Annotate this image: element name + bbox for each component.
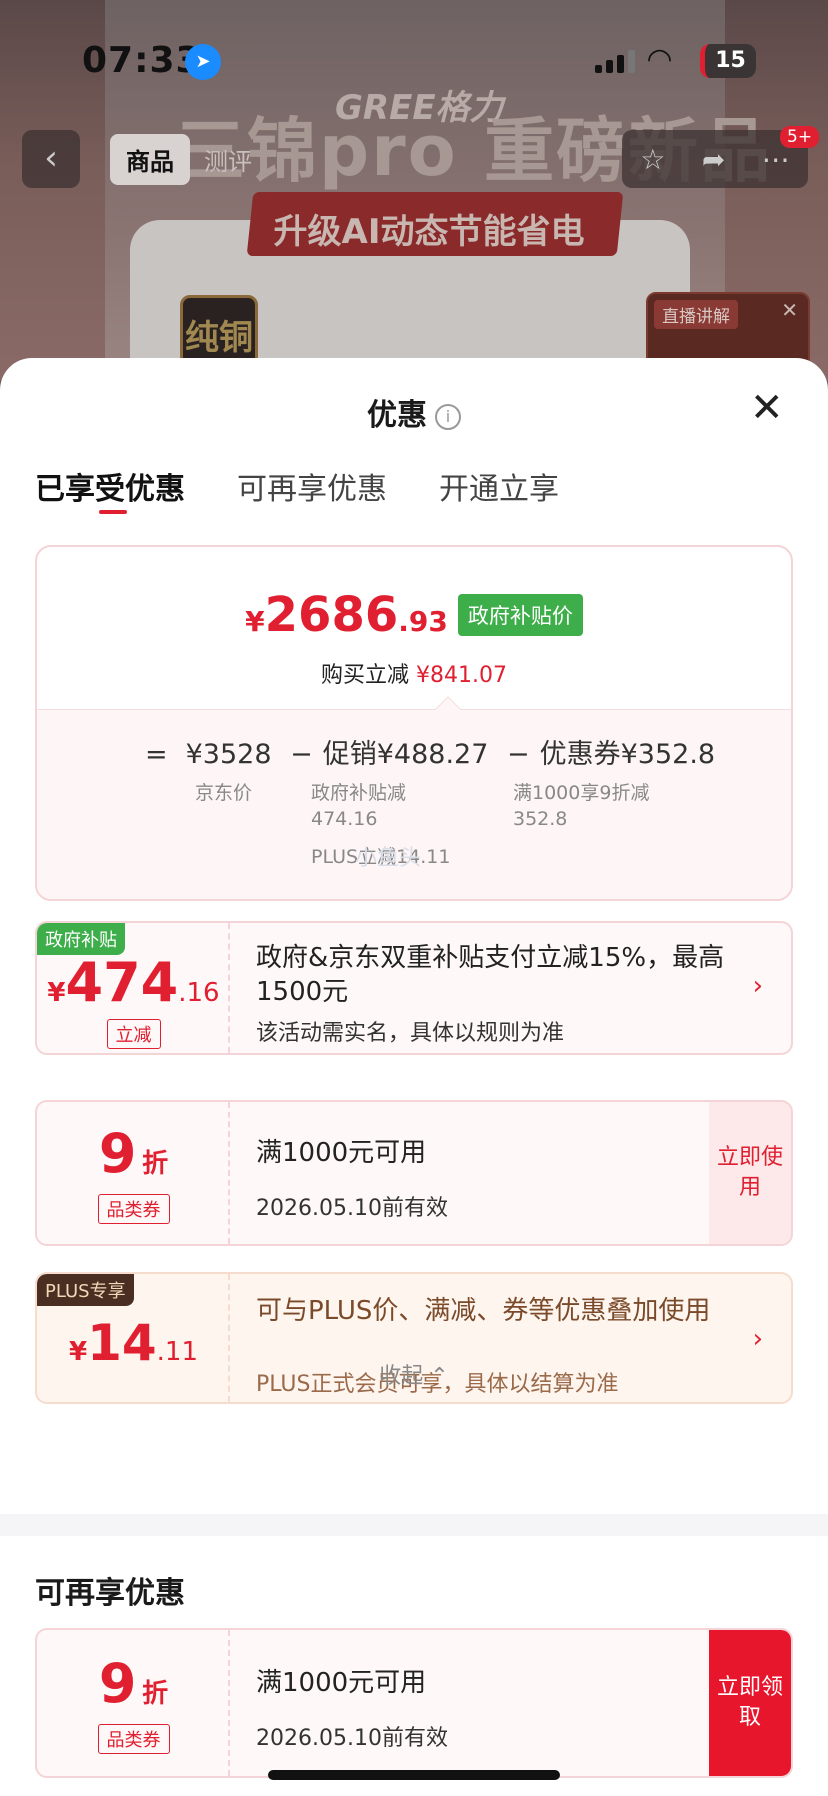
section-more-discounts-title: 可再享优惠: [35, 1576, 185, 1611]
coupon-expiry: 2026.05.10前有效: [256, 1196, 448, 1221]
tab-review[interactable]: 测评: [190, 134, 266, 185]
sheet-title: 优惠 i: [0, 390, 828, 434]
category-coupon-box: 品类券: [37, 1194, 230, 1224]
watermark: 小鱼头: [355, 846, 422, 871]
instant-cut: 购买立减 ¥841.07: [37, 657, 791, 689]
category-coupon-box: 品类券: [37, 1724, 230, 1754]
cut-label: 购买立减: [321, 663, 410, 688]
subsidy-title: 政府&京东双重补贴支付立减15%，最高1500元: [256, 943, 725, 1007]
use-now-button[interactable]: 立即使用: [709, 1102, 791, 1244]
jd-price-label: 京东价: [195, 782, 253, 804]
instant-cut-label: 立减: [106, 1019, 161, 1049]
live-label: 直播讲解: [654, 300, 738, 329]
chevron-right-icon[interactable]: ›: [753, 1324, 763, 1354]
coupon-detail-value: 352.8: [513, 808, 568, 830]
coupon-right: 政府&京东双重补贴支付立减15%，最高1500元 该活动需实名，具体以规则为准 …: [230, 923, 791, 1053]
collapse-button[interactable]: 收起 ⌃: [0, 1358, 828, 1390]
coupon-right: 满1000元可用 2026.05.10前有效 已领 立即使用: [230, 1102, 791, 1244]
discount-unit: 折: [142, 1149, 169, 1179]
final-price-amount: ¥2686.93: [245, 587, 448, 643]
category-coupon-label: 品类券: [97, 1724, 170, 1754]
info-icon[interactable]: i: [435, 403, 461, 430]
subsidy-sub: 该活动需实名，具体以规则为准: [256, 1021, 565, 1046]
coupon-amount: 优惠券¥352.8: [539, 739, 716, 770]
tab-open[interactable]: 开通立享: [439, 464, 559, 508]
banner-ribbon: 升级AI动态节能省电: [246, 192, 624, 256]
coupon-detail: 满1000享9折减 352.8: [513, 780, 649, 832]
status-bar: 07:33 ➤ ◠ 15: [0, 0, 828, 110]
more-icon[interactable]: ⋯: [762, 143, 790, 176]
instant-cut-box: 立减: [37, 1019, 230, 1049]
battery-indicator: 15: [700, 44, 756, 78]
plus-title: 可与PLUS价、满减、券等优惠叠加使用: [256, 1296, 711, 1326]
wifi-icon: ◠: [648, 42, 672, 77]
minus-sign: −: [507, 739, 530, 770]
chevron-right-icon[interactable]: ›: [753, 971, 763, 1001]
discount-value: 9 折: [37, 1122, 230, 1185]
price-tag: 政府补贴价: [457, 594, 583, 636]
category-coupon-label: 品类券: [97, 1194, 170, 1224]
section-divider: [0, 1514, 828, 1536]
discount-tabs: 已享受优惠 可再享优惠 开通立享: [35, 464, 559, 514]
home-indicator[interactable]: [268, 1770, 560, 1780]
discount-number: 9: [98, 1122, 137, 1185]
close-icon: ✕: [750, 385, 784, 431]
chevron-left-icon: ‹: [44, 138, 58, 178]
equals-sign: =: [145, 739, 168, 770]
category-coupon-card[interactable]: 9 折 品类券 满1000元可用 2026.05.10前有效 已领 立即使用: [35, 1100, 793, 1246]
coupon-left: 9 折 品类券: [37, 1630, 230, 1776]
price-decimal: .93: [398, 605, 448, 638]
coupon-left: 政府补贴 ¥474.16 立减: [37, 923, 230, 1053]
discount-number: 9: [98, 1652, 137, 1715]
amount-integer: 474: [65, 951, 179, 1014]
coupon-expiry: 2026.05.10前有效: [256, 1726, 448, 1751]
claim-now-button[interactable]: 立即领取: [709, 1630, 791, 1776]
coupon-detail-line: 满1000享9折减: [513, 782, 650, 804]
close-button[interactable]: ✕: [750, 388, 784, 428]
top-nav: ‹ 商品 测评 ☆ ➦ ⋯ 5+: [0, 126, 828, 190]
coupon-condition: 满1000元可用: [256, 1138, 427, 1168]
gov-subsidy-card[interactable]: 政府补贴 ¥474.16 立减 政府&京东双重补贴支付立减15%，最高1500元…: [35, 921, 793, 1055]
cellular-signal-icon: [595, 50, 635, 73]
share-icon[interactable]: ➦: [702, 143, 725, 176]
category-coupon-card-2[interactable]: 9 折 品类券 满1000元可用 2026.05.10前有效 立即领取: [35, 1628, 793, 1778]
star-icon[interactable]: ☆: [640, 143, 665, 176]
yen-symbol: ¥: [47, 978, 66, 1008]
tab-enjoyed[interactable]: 已享受优惠: [35, 464, 185, 514]
discount-sheet: 优惠 i ✕ 已享受优惠 可再享优惠 开通立享 ¥2686.93 政府补贴价 购买…: [0, 358, 828, 1796]
ribbon-text: 升级AI动态节能省电: [273, 212, 585, 252]
yen-symbol: ¥: [245, 605, 265, 638]
close-icon[interactable]: ✕: [781, 298, 798, 322]
clock: 07:33: [82, 40, 202, 81]
promo-detail-line: 政府补贴减: [311, 782, 407, 804]
subsidy-amount: ¥474.16: [37, 951, 230, 1014]
top-tabs: 商品 测评: [110, 134, 266, 185]
minus-sign: −: [290, 739, 313, 770]
message-badge: 5+: [780, 126, 820, 148]
coupon-left: 9 折 品类券: [37, 1102, 230, 1244]
price-summary: ¥2686.93 政府补贴价 购买立减 ¥841.07 = ¥3528 − 促销¥4…: [35, 545, 793, 901]
price-breakdown: = ¥3528 − 促销¥488.27 − 优惠券¥352.8 京东价 政府补贴减 4…: [37, 696, 791, 899]
discount-value: 9 折: [37, 1652, 230, 1715]
price-integer: 2686: [264, 587, 399, 643]
plus-tag: PLUS专享: [37, 1274, 134, 1306]
discount-unit: 折: [142, 1679, 169, 1709]
jd-price: ¥3528: [185, 739, 272, 770]
promo-detail-value: 474.16: [311, 808, 378, 830]
promo-amount: 促销¥488.27: [322, 739, 489, 770]
tab-more[interactable]: 可再享优惠: [237, 464, 387, 508]
breakdown-equation: = ¥3528 − 促销¥488.27 − 优惠券¥352.8: [145, 732, 715, 771]
tab-product[interactable]: 商品: [110, 134, 190, 185]
coupon-right: 满1000元可用 2026.05.10前有效 立即领取: [230, 1630, 791, 1776]
back-button[interactable]: ‹: [22, 130, 80, 188]
amount-decimal: .16: [178, 978, 220, 1008]
coupon-condition: 满1000元可用: [256, 1668, 427, 1698]
cut-amount: ¥841.07: [416, 663, 507, 688]
location-arrow-icon: ➤: [185, 44, 221, 80]
final-price: ¥2686.93 政府补贴价: [37, 587, 791, 643]
sheet-title-text: 优惠: [367, 398, 427, 433]
